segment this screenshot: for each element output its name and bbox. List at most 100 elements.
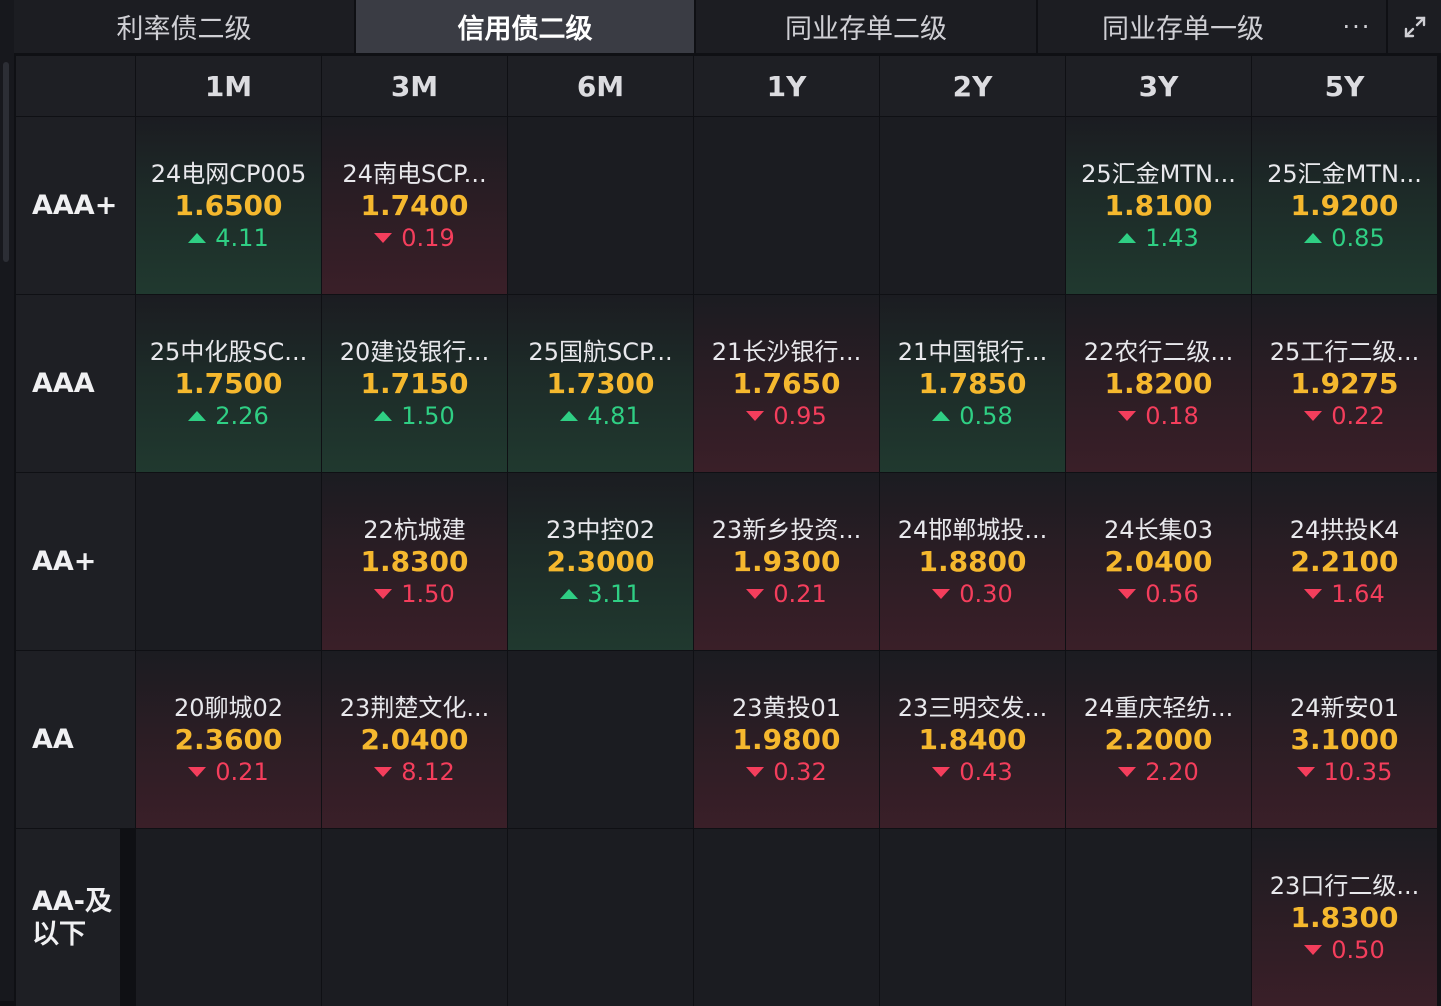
bond-cell[interactable]: 21长沙银行... 1.7650 0.95 <box>694 295 879 472</box>
change-value: 1.50 <box>401 579 455 608</box>
bond-name: 23新乡投资... <box>711 515 862 544</box>
bond-cell[interactable]: 24重庆轻纺... 2.2000 2.20 <box>1066 651 1251 828</box>
bond-name: 24电网CP005 <box>150 159 307 188</box>
bond-name: 22杭城建 <box>363 515 466 544</box>
bond-name: 22农行二级... <box>1083 337 1234 366</box>
yield-change: 0.85 <box>1304 223 1385 253</box>
bond-yield: 1.8100 <box>1104 188 1213 222</box>
bond-yield: 2.3600 <box>174 722 283 756</box>
bond-cell[interactable]: 25工行二级... 1.9275 0.22 <box>1252 295 1437 472</box>
bond-cell[interactable]: 20聊城02 2.3600 0.21 <box>136 651 321 828</box>
bond-name: 21中国银行... <box>897 337 1048 366</box>
bond-cell[interactable]: 22农行二级... 1.8200 0.18 <box>1066 295 1251 472</box>
yield-change: 2.26 <box>188 401 269 431</box>
bond-cell[interactable]: 25中化股SC... 1.7500 2.26 <box>136 295 321 472</box>
arrow-up-icon <box>1118 232 1137 243</box>
bond-yield: 1.7300 <box>546 366 655 400</box>
empty-cell <box>694 829 879 1006</box>
change-value: 3.11 <box>587 579 641 608</box>
arrow-up-icon <box>374 410 393 421</box>
bond-cell[interactable]: 24电网CP005 1.6500 4.11 <box>136 117 321 294</box>
bond-yield: 1.9275 <box>1290 366 1399 400</box>
arrow-down-icon <box>374 232 393 243</box>
bond-cell[interactable]: 24长集03 2.0400 0.56 <box>1066 473 1251 650</box>
bond-yield: 2.3000 <box>546 544 655 578</box>
bond-yield: 3.1000 <box>1290 722 1399 756</box>
arrow-down-icon <box>1304 944 1323 955</box>
rating-label: AA+ <box>16 473 135 650</box>
bond-cell[interactable]: 23三明交发... 1.8400 0.43 <box>880 651 1065 828</box>
change-value: 4.11 <box>215 223 269 252</box>
left-scrollbar[interactable] <box>3 62 9 262</box>
change-value: 0.21 <box>773 579 827 608</box>
bond-cell[interactable]: 24邯郸城投... 1.8800 0.30 <box>880 473 1065 650</box>
bond-cell[interactable]: 24新安01 3.1000 10.35 <box>1252 651 1437 828</box>
bond-yield: 1.9200 <box>1290 188 1399 222</box>
yield-change: 0.21 <box>188 757 269 787</box>
yield-matrix: 1M 3M 6M 1Y 2Y 3Y 5Y AAA+ 24电网CP005 1.6500… <box>16 56 1437 1006</box>
empty-cell <box>508 829 693 1006</box>
tenor-header: 3M <box>322 56 507 116</box>
bond-name: 25汇金MTN... <box>1267 159 1422 188</box>
change-value: 1.43 <box>1145 223 1199 252</box>
bond-name: 21长沙银行... <box>711 337 862 366</box>
bond-name: 20聊城02 <box>173 693 284 722</box>
arrow-down-icon <box>1296 766 1315 777</box>
bond-cell[interactable]: 24拱投K4 2.2100 1.64 <box>1252 473 1437 650</box>
bond-cell[interactable]: 24南电SCP... 1.7400 0.19 <box>322 117 507 294</box>
bond-name: 25中化股SC... <box>149 337 308 366</box>
arrow-down-icon <box>374 588 393 599</box>
bond-cell[interactable]: 23荆楚文化... 2.0400 8.12 <box>322 651 507 828</box>
bond-yield: 1.7500 <box>174 366 283 400</box>
bond-name: 23黄投01 <box>731 693 842 722</box>
tab-ncd-primary[interactable]: 同业存单一级 <box>1038 0 1328 53</box>
change-value: 10.35 <box>1323 757 1393 786</box>
yield-change: 0.58 <box>932 401 1013 431</box>
bond-yield: 1.7150 <box>360 366 469 400</box>
rating-label: AAA <box>16 295 135 472</box>
bond-yield: 2.0400 <box>360 722 469 756</box>
more-tabs-button[interactable]: ··· <box>1328 0 1386 53</box>
yield-change: 0.43 <box>932 757 1013 787</box>
bond-cell[interactable]: 23中控02 2.3000 3.11 <box>508 473 693 650</box>
tenor-header: 2Y <box>880 56 1065 116</box>
change-value: 0.56 <box>1145 579 1199 608</box>
bond-cell[interactable]: 20建设银行... 1.7150 1.50 <box>322 295 507 472</box>
arrow-up-icon <box>188 410 207 421</box>
bond-yield: 2.2100 <box>1290 544 1399 578</box>
change-value: 8.12 <box>401 757 455 786</box>
arrow-up-icon <box>560 588 579 599</box>
yield-change: 1.50 <box>374 579 455 609</box>
tab-rate-bond-secondary[interactable]: 利率债二级 <box>14 0 356 53</box>
bond-cell[interactable]: 25国航SCP... 1.7300 4.81 <box>508 295 693 472</box>
arrow-down-icon <box>374 766 393 777</box>
yield-change: 2.20 <box>1118 757 1199 787</box>
empty-cell <box>880 117 1065 294</box>
bond-name: 25国航SCP... <box>528 337 673 366</box>
arrow-down-icon <box>1304 588 1323 599</box>
arrow-down-icon <box>746 410 765 421</box>
tab-ncd-secondary[interactable]: 同业存单二级 <box>696 0 1038 53</box>
bond-name: 23中控02 <box>545 515 656 544</box>
bond-cell[interactable]: 25汇金MTN... 1.9200 0.85 <box>1252 117 1437 294</box>
empty-cell <box>508 651 693 828</box>
bond-cell[interactable]: 22杭城建 1.8300 1.50 <box>322 473 507 650</box>
arrow-down-icon <box>188 766 207 777</box>
bond-cell[interactable]: 25汇金MTN... 1.8100 1.43 <box>1066 117 1251 294</box>
tab-credit-bond-secondary[interactable]: 信用债二级 <box>356 0 696 53</box>
arrow-down-icon <box>746 588 765 599</box>
bond-yield: 1.9300 <box>732 544 841 578</box>
bond-cell[interactable]: 21中国银行... 1.7850 0.58 <box>880 295 1065 472</box>
bond-cell[interactable]: 23黄投01 1.9800 0.32 <box>694 651 879 828</box>
rating-label: AA <box>16 651 135 828</box>
expand-icon[interactable] <box>1386 0 1441 53</box>
tenor-header: 1Y <box>694 56 879 116</box>
bond-cell[interactable]: 23新乡投资... 1.9300 0.21 <box>694 473 879 650</box>
left-edge-panel <box>0 0 14 1001</box>
bond-name: 23三明交发... <box>897 693 1048 722</box>
tenor-header: 1M <box>136 56 321 116</box>
change-value: 0.58 <box>959 401 1013 430</box>
rating-label: AAA+ <box>16 117 135 294</box>
bond-cell[interactable]: 23口行二级... 1.8300 0.50 <box>1252 829 1437 1006</box>
change-value: 2.26 <box>215 401 269 430</box>
